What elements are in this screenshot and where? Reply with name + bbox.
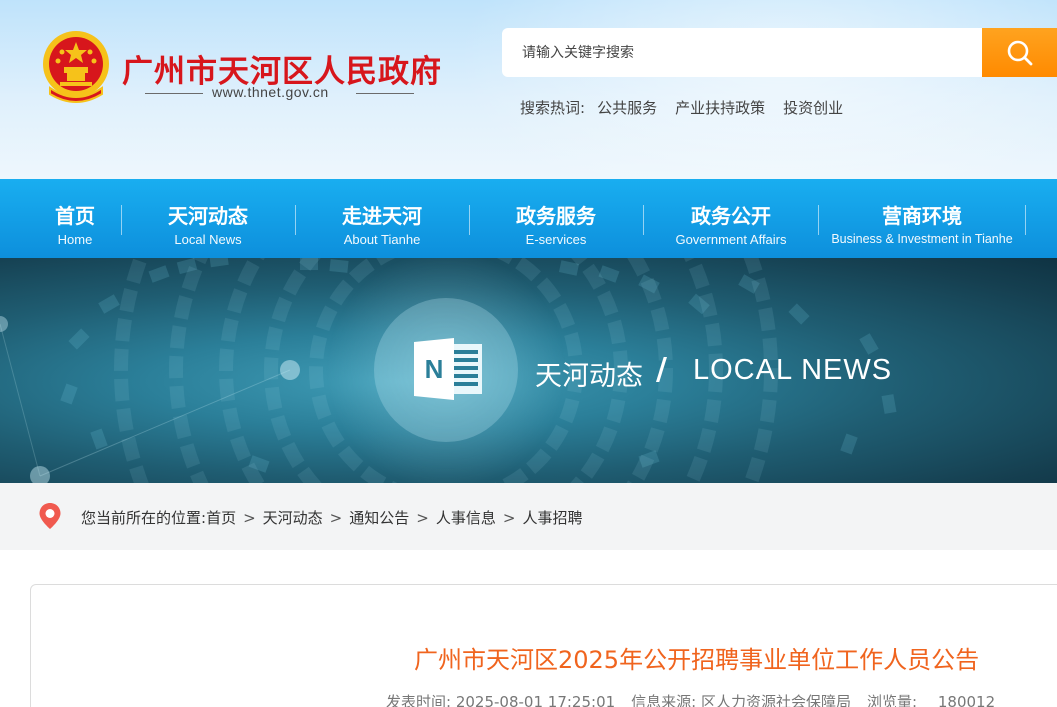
nav-item-sublabel: Government Affairs xyxy=(675,232,787,247)
nav-divider xyxy=(643,205,644,235)
breadcrumb-label: 您当前所在的位置: xyxy=(81,509,207,527)
nav-item-sublabel: E-services xyxy=(525,232,587,247)
search-input[interactable] xyxy=(502,28,982,77)
banner-title-cn: 天河动态 xyxy=(535,361,643,392)
section-banner: N 天河动态 / LOCAL NEWS xyxy=(0,258,1057,483)
news-icon-letter: N xyxy=(425,354,444,384)
nav-item-business[interactable]: 营商环境 Business & Investment in Tianhe xyxy=(820,179,1024,258)
url-divider-right xyxy=(356,93,414,94)
nav-divider xyxy=(469,205,470,235)
publish-time: 发表时间: 2025-08-01 17:25:01 xyxy=(386,691,615,707)
nav-item-sublabel: About Tianhe xyxy=(343,232,421,247)
search-box xyxy=(502,28,1057,77)
breadcrumb-separator: > xyxy=(243,508,256,527)
info-source-label: 信息来源: xyxy=(631,693,697,707)
info-source-value: 区人力资源社会保障局 xyxy=(701,693,852,707)
search-button[interactable] xyxy=(982,28,1057,77)
nav-item-sublabel: Local News xyxy=(174,232,242,247)
national-emblem-icon xyxy=(43,31,109,103)
main-nav: 首页 Home 天河动态 Local News 走进天河 About Tianh… xyxy=(0,179,1057,258)
banner-decoration xyxy=(0,258,897,483)
hot-words: 搜索热词: 公共服务 产业扶持政策 投资创业 xyxy=(520,97,843,118)
url-divider-left xyxy=(145,93,203,94)
nav-item-label: 政务公开 xyxy=(691,204,771,228)
site-header: 广州市天河区人民政府 www.thnet.gov.cn 搜索热词: 公共服务 产… xyxy=(0,0,1057,179)
nav-item-e-services[interactable]: 政务服务 E-services xyxy=(478,179,634,258)
nav-item-label: 天河动态 xyxy=(168,204,248,228)
breadcrumb-separator: > xyxy=(416,508,429,527)
nav-item-label: 营商环境 xyxy=(882,204,962,228)
info-source: 信息来源: 区人力资源社会保障局 xyxy=(631,691,851,707)
breadcrumb-item-home[interactable]: 首页 xyxy=(206,507,236,528)
breadcrumb-separator: > xyxy=(502,508,516,527)
nav-divider xyxy=(818,205,819,235)
nav-item-label: 走进天河 xyxy=(342,204,422,228)
nav-divider xyxy=(1025,205,1026,235)
nav-item-label: 首页 xyxy=(55,204,95,228)
breadcrumb-item-notices[interactable]: 通知公告 xyxy=(349,507,409,528)
breadcrumb-item-recruitment[interactable]: 人事招聘 xyxy=(522,507,582,528)
nav-divider xyxy=(295,205,296,235)
search-icon xyxy=(1007,40,1032,65)
breadcrumb-item-local-news[interactable]: 天河动态 xyxy=(263,507,323,528)
hot-words-label: 搜索热词: xyxy=(520,99,586,117)
nav-item-label: 政务服务 xyxy=(516,204,596,228)
breadcrumb: 您当前所在的位置: 首页 > 天河动态 > 通知公告 > 人事信息 > 人事招聘 xyxy=(81,507,582,528)
breadcrumb-separator: > xyxy=(329,508,343,527)
article-meta: 发表时间: 2025-08-01 17:25:01 信息来源: 区人力资源社会保… xyxy=(386,691,995,707)
nav-item-home[interactable]: 首页 Home xyxy=(28,179,122,258)
nav-item-about[interactable]: 走进天河 About Tianhe xyxy=(304,179,460,258)
hot-word-link[interactable]: 投资创业 xyxy=(783,97,843,118)
news-icon: N xyxy=(414,338,482,400)
nav-item-local-news[interactable]: 天河动态 Local News xyxy=(130,179,286,258)
publish-time-label: 发表时间: xyxy=(386,693,452,707)
publish-time-value: 2025-08-01 17:25:01 xyxy=(455,693,616,707)
article-title: 广州市天河区2025年公开招聘事业单位工作人员公告 xyxy=(414,646,980,674)
banner-slash: / xyxy=(656,352,667,387)
breadcrumb-item-personnel-info[interactable]: 人事信息 xyxy=(436,507,496,528)
banner-title-en: LOCAL NEWS xyxy=(693,354,893,386)
view-count-value: 180012 xyxy=(937,693,996,707)
nav-item-sublabel: Home xyxy=(57,232,93,247)
hot-word-link[interactable]: 产业扶持政策 xyxy=(675,97,765,118)
location-pin-icon xyxy=(39,503,61,529)
nav-item-sublabel: Business & Investment in Tianhe xyxy=(831,232,1013,246)
hot-word-link[interactable]: 公共服务 xyxy=(597,97,657,118)
view-count: 浏览量: 180012 xyxy=(867,691,995,707)
nav-item-government-affairs[interactable]: 政务公开 Government Affairs xyxy=(652,179,810,258)
view-count-label: 浏览量: xyxy=(867,693,918,707)
site-url: www.thnet.gov.cn xyxy=(212,84,329,100)
nav-divider xyxy=(121,205,122,235)
